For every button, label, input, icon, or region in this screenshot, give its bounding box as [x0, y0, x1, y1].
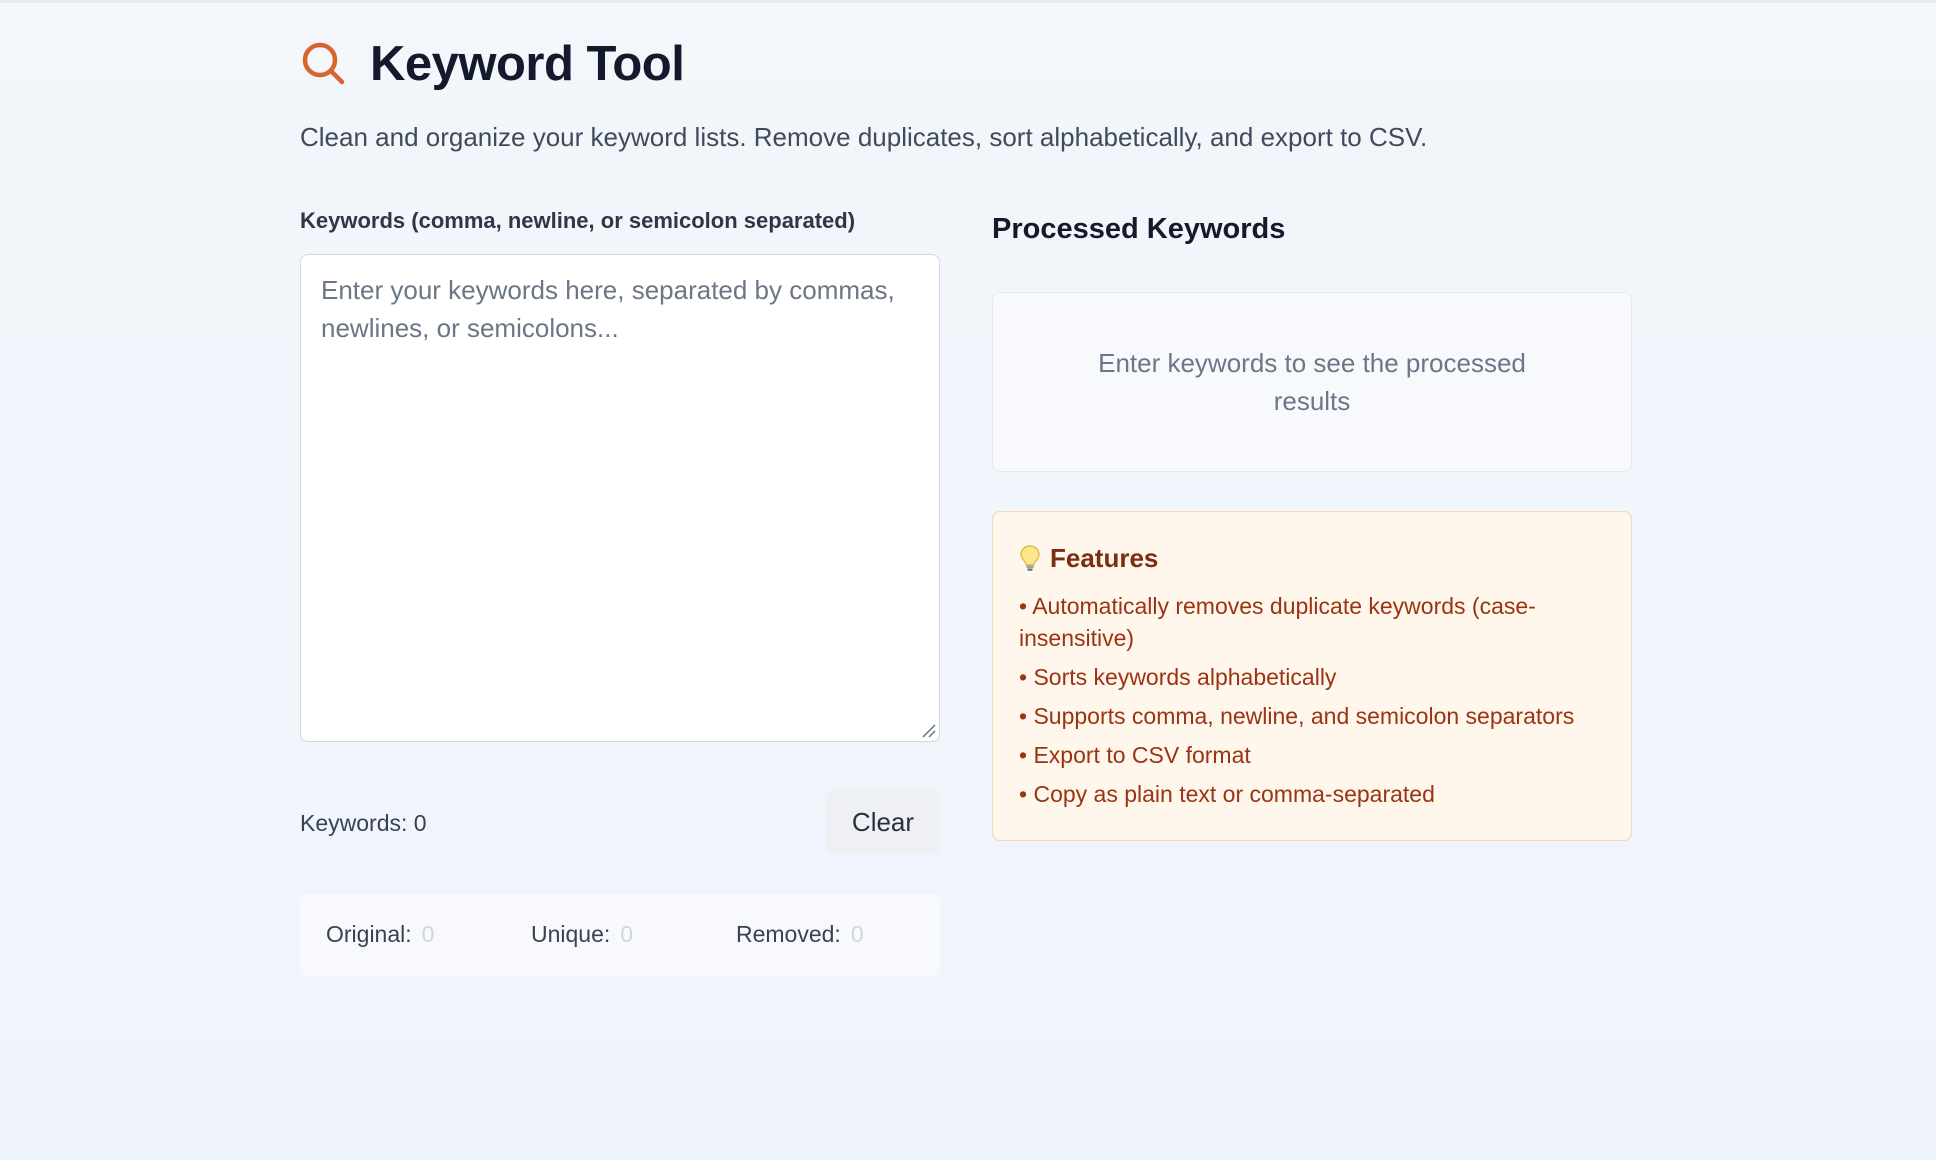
main-container: Keyword Tool Clean and organize your key… [300, 0, 1632, 1160]
keyword-count: Keywords: 0 [300, 810, 427, 837]
results-empty-message: Enter keywords to see the processed resu… [1098, 348, 1526, 416]
stat-original: Original: 0 [326, 921, 434, 948]
stat-original-value: 0 [421, 921, 435, 947]
stat-unique: Unique: 0 [531, 921, 633, 948]
feature-item: Copy as plain text or comma-separated [1019, 778, 1605, 810]
search-icon [300, 40, 348, 88]
lightbulb-icon [1019, 544, 1041, 572]
feature-item: Sorts keywords alphabetically [1019, 661, 1605, 693]
results-box: Enter keywords to see the processed resu… [992, 292, 1632, 472]
stat-removed-label: Removed: [736, 921, 841, 947]
keyword-count-label: Keywords: [300, 810, 408, 836]
keyword-count-row: Keywords: 0 Clear [300, 790, 940, 854]
results-title: Processed Keywords [992, 213, 1286, 245]
page-subtitle: Clean and organize your keyword lists. R… [300, 122, 1428, 152]
features-header: Features [1019, 540, 1605, 576]
stat-removed-value: 0 [850, 921, 864, 947]
resize-handle-icon[interactable] [920, 722, 936, 738]
stat-unique-value: 0 [620, 921, 634, 947]
features-list: Automatically removes duplicate keywords… [1019, 590, 1605, 810]
feature-item: Supports comma, newline, and semicolon s… [1019, 700, 1605, 732]
stats-panel: Original: 0 Unique: 0 Removed: 0 [300, 894, 940, 976]
clear-button[interactable]: Clear [826, 790, 940, 854]
page-title: Keyword Tool [370, 37, 685, 91]
feature-item: Export to CSV format [1019, 739, 1605, 771]
keywords-textarea[interactable] [300, 254, 940, 742]
features-card: Features Automatically removes duplicate… [992, 511, 1632, 841]
stat-original-label: Original: [326, 921, 412, 947]
keywords-label: Keywords (comma, newline, or semicolon s… [300, 208, 856, 233]
features-title: Features [1050, 542, 1159, 573]
keyword-count-value: 0 [413, 810, 427, 836]
page-header: Keyword Tool [300, 36, 685, 92]
feature-item: Automatically removes duplicate keywords… [1019, 590, 1605, 654]
input-panel: Keywords (comma, newline, or semicolon s… [300, 208, 940, 976]
results-panel: Processed Keywords Enter keywords to see… [992, 208, 1632, 841]
stat-removed: Removed: 0 [736, 921, 864, 948]
stat-unique-label: Unique: [531, 921, 611, 947]
